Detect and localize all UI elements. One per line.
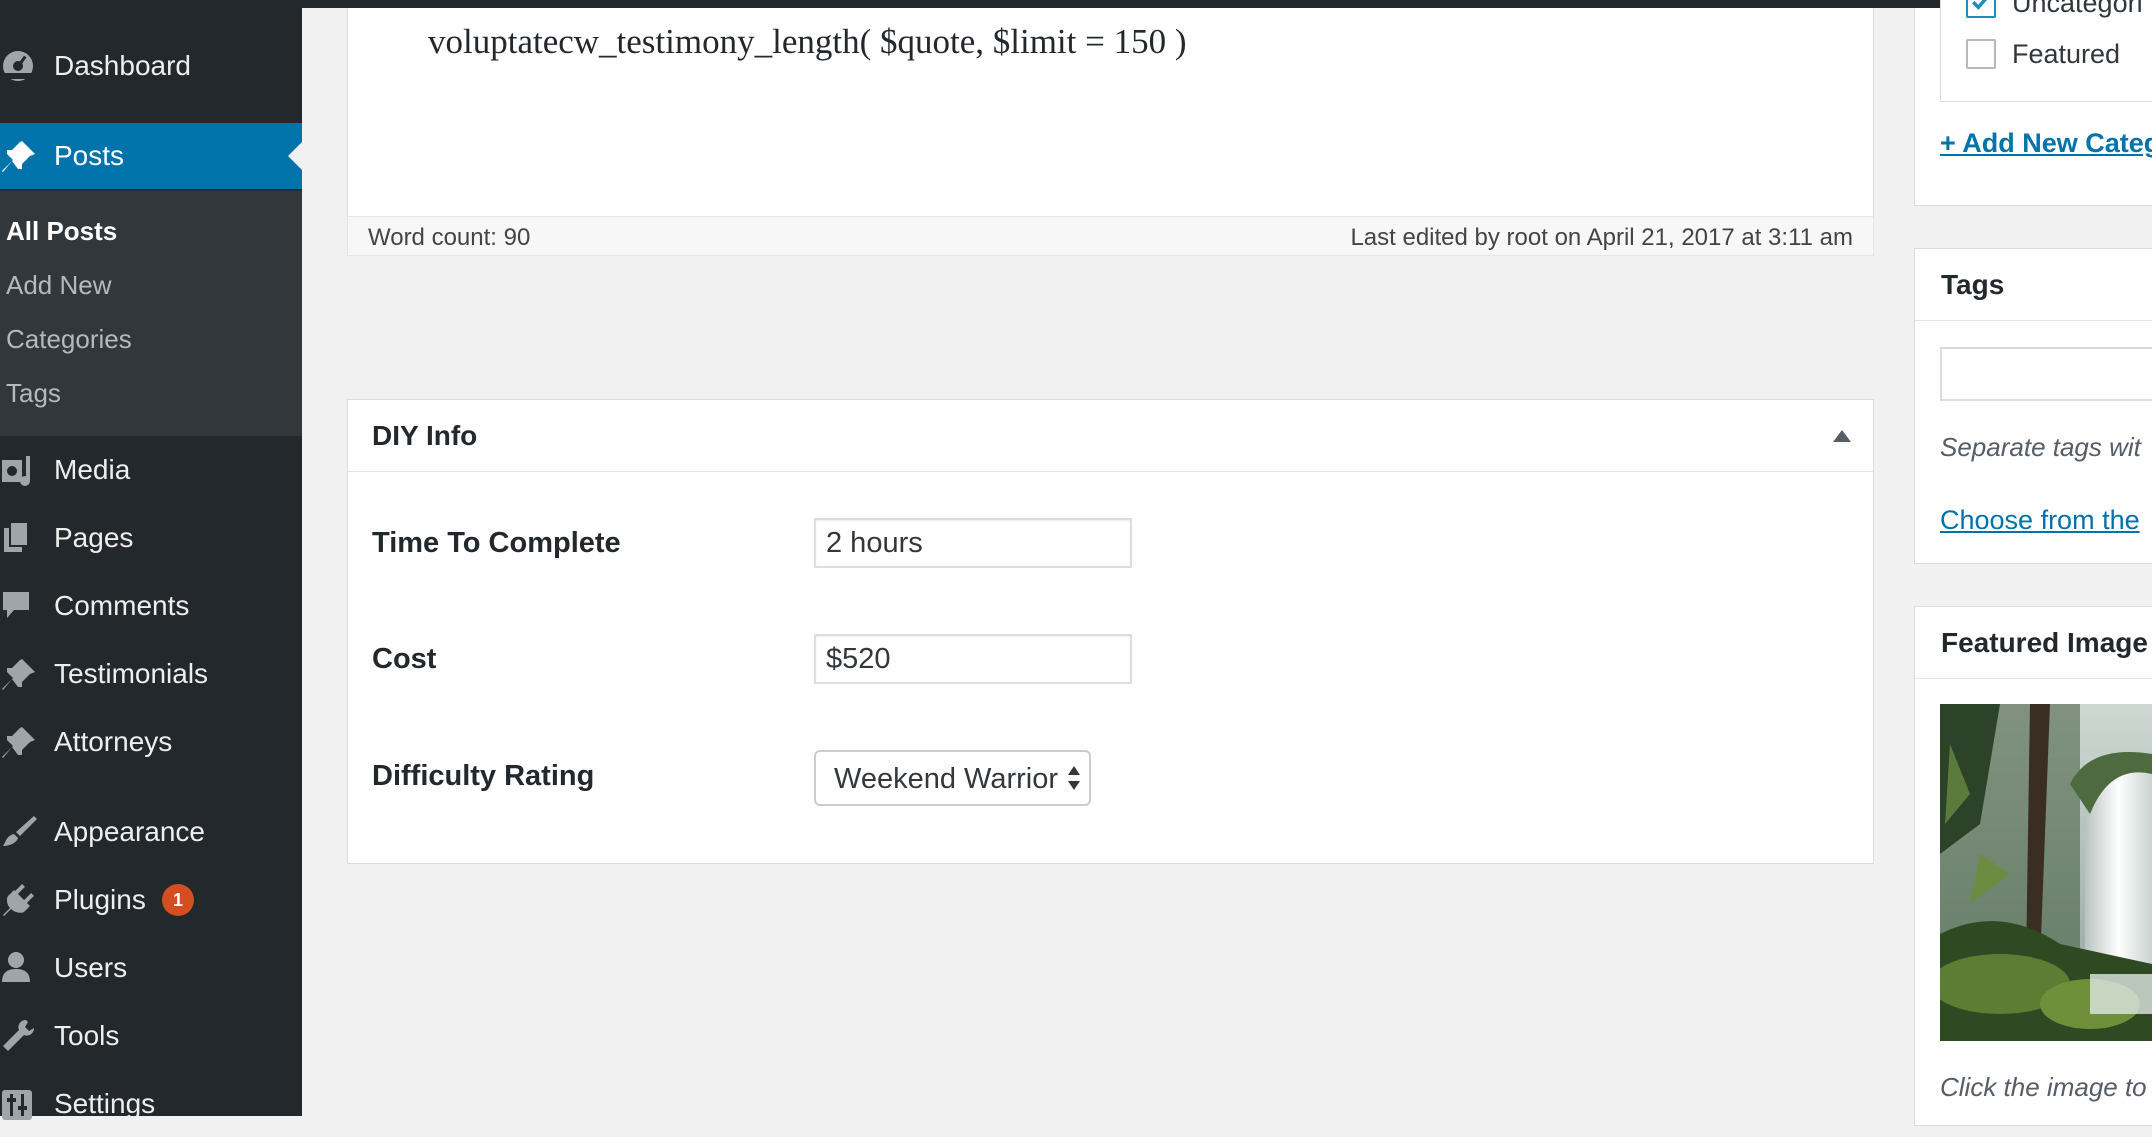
cost-input[interactable] xyxy=(814,634,1132,684)
tags-title: Tags xyxy=(1941,269,2005,300)
menu-label: Users xyxy=(54,952,128,983)
menu-item-plugins[interactable]: Plugins 1 xyxy=(0,867,302,933)
featured-image-hint: Click the image to xyxy=(1940,1072,2147,1102)
media-icon xyxy=(2,456,30,486)
category-checkbox-uncategorized[interactable] xyxy=(1966,0,1996,18)
choose-tags-link[interactable]: Choose from the xyxy=(1940,505,2140,536)
menu-label: Testimonials xyxy=(54,658,209,689)
editor-status-bar: Word count: 90 Last edited by root on Ap… xyxy=(347,216,1874,256)
diy-info-metabox: DIY Info xyxy=(347,399,1874,864)
menu-item-comments[interactable]: Comments xyxy=(0,573,302,639)
submenu-categories[interactable]: Categories xyxy=(6,324,132,355)
menu-label: Appearance xyxy=(54,816,206,847)
add-new-category-link[interactable]: + Add New Categ xyxy=(1940,128,2152,159)
collapse-toggle-icon[interactable] xyxy=(1833,430,1851,442)
cost-label: Cost xyxy=(372,643,437,675)
last-edited: Last edited by root on April 21, 2017 at… xyxy=(1350,224,1853,251)
menu-item-dashboard[interactable]: Dashboard xyxy=(0,33,302,99)
menu-label: Attorneys xyxy=(54,726,173,757)
plugin-icon xyxy=(3,884,34,916)
menu-label: Plugins xyxy=(54,884,146,915)
pin-icon xyxy=(2,727,35,758)
category-label-uncategorized: Uncategori xyxy=(2012,0,2143,18)
time-to-complete-label: Time To Complete xyxy=(372,527,621,559)
tags-input[interactable] xyxy=(1940,347,2152,401)
menu-item-users[interactable]: Users xyxy=(0,935,302,1001)
submenu-add-new[interactable]: Add New xyxy=(6,270,112,301)
admin-sidebar: Dashboard Posts All Posts Add New Catego… xyxy=(0,0,302,1120)
menu-label: Dashboard xyxy=(54,50,191,81)
difficulty-rating-select[interactable]: Weekend Warrior xyxy=(814,750,1091,806)
waterfall-image xyxy=(1940,704,2152,1041)
tags-hint: Separate tags wit xyxy=(1940,432,2141,462)
menu-label: Comments xyxy=(54,590,190,621)
difficulty-rating-label: Difficulty Rating xyxy=(372,760,595,792)
pin-icon xyxy=(2,659,35,690)
tags-metabox-header[interactable]: Tags xyxy=(1915,249,2152,321)
submenu-tags[interactable]: Tags xyxy=(6,378,61,409)
menu-item-settings[interactable]: Settings xyxy=(0,1071,302,1137)
difficulty-selected-value: Weekend Warrior xyxy=(834,763,1059,795)
editor-content-line[interactable]: voluptatecw_testimony_length( $quote, $l… xyxy=(428,22,1187,62)
comment-icon xyxy=(3,592,29,618)
featured-image-title: Featured Image xyxy=(1941,627,2148,658)
menu-item-media[interactable]: Media xyxy=(0,437,302,503)
menu-item-testimonials[interactable]: Testimonials xyxy=(0,641,302,707)
metabox-header[interactable]: DIY Info xyxy=(348,400,1873,472)
menu-item-tools[interactable]: Tools xyxy=(0,1003,302,1069)
metabox-title: DIY Info xyxy=(372,420,478,451)
menu-label: Tools xyxy=(54,1020,120,1051)
category-label-featured: Featured xyxy=(2012,39,2121,69)
menu-label: Posts xyxy=(54,140,125,171)
brush-icon xyxy=(3,816,37,846)
menu-item-pages[interactable]: Pages xyxy=(0,505,302,571)
wrench-icon xyxy=(3,1020,34,1051)
pages-icon xyxy=(4,521,29,552)
pin-icon xyxy=(2,141,35,172)
dashboard-icon xyxy=(3,51,33,81)
checkmark-icon xyxy=(1971,0,1987,10)
menu-label: Media xyxy=(54,454,131,485)
active-indicator xyxy=(288,142,302,170)
posts-submenu: All Posts Add New Categories Tags xyxy=(0,191,302,436)
select-arrows-icon xyxy=(1068,766,1080,790)
featured-image-thumbnail[interactable] xyxy=(1940,704,2152,1041)
update-count-badge: 1 xyxy=(162,884,194,916)
sliders-icon xyxy=(2,1090,32,1120)
submenu-all-posts[interactable]: All Posts xyxy=(6,216,117,247)
admin-top-bar xyxy=(0,0,2152,8)
menu-label: Pages xyxy=(54,522,134,553)
time-to-complete-input[interactable] xyxy=(814,518,1132,568)
menu-item-posts[interactable]: Posts xyxy=(0,123,302,189)
menu-item-attorneys[interactable]: Attorneys xyxy=(0,709,302,775)
user-icon xyxy=(2,952,30,982)
featured-image-header[interactable]: Featured Image xyxy=(1915,607,2152,679)
menu-item-appearance[interactable]: Appearance xyxy=(0,799,302,865)
category-checkbox-featured[interactable] xyxy=(1966,39,1996,69)
word-count: Word count: 90 xyxy=(368,224,531,251)
menu-label: Settings xyxy=(54,1088,156,1119)
